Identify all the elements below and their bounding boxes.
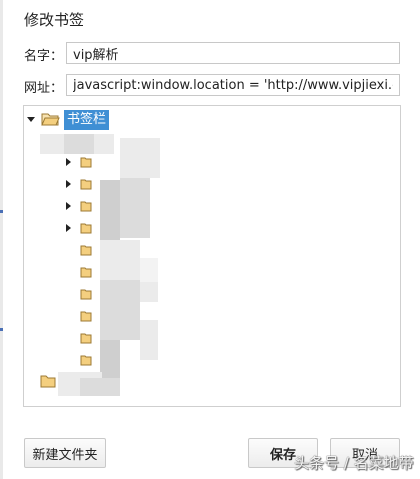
blurred-area	[140, 282, 158, 302]
folder-icon[interactable]	[80, 266, 92, 278]
url-input[interactable]	[66, 74, 400, 96]
expand-arrow-icon[interactable]	[66, 158, 71, 166]
dialog-title: 修改书签	[24, 11, 85, 29]
name-input[interactable]	[66, 42, 400, 64]
name-label: 名字：	[24, 49, 64, 64]
folder-icon[interactable]	[40, 374, 56, 388]
blurred-area	[80, 378, 120, 396]
background-marker	[0, 328, 3, 331]
blurred-area	[100, 320, 140, 340]
watermark-text: 头条号 / 名菜地带	[294, 454, 414, 472]
blurred-area	[140, 258, 158, 282]
blurred-area	[100, 240, 140, 280]
edit-bookmark-dialog: 修改书签 名字： 网址： 书签栏 新建文件夹 保存 取消 头条号 / 名菜地带	[0, 0, 420, 479]
blurred-area	[100, 340, 120, 380]
expand-arrow-icon[interactable]	[66, 202, 71, 210]
folder-icon[interactable]	[80, 178, 92, 190]
blurred-area	[120, 138, 160, 178]
folder-icon[interactable]	[80, 332, 92, 344]
folder-icon[interactable]	[80, 244, 92, 256]
blurred-area	[100, 180, 120, 240]
folder-icon[interactable]	[80, 354, 92, 366]
background-marker	[0, 210, 3, 213]
blurred-area	[94, 134, 114, 154]
url-label: 网址：	[24, 81, 64, 96]
folder-icon[interactable]	[80, 288, 92, 300]
folder-icon[interactable]	[80, 156, 92, 168]
expand-arrow-icon[interactable]	[66, 224, 71, 232]
blurred-area	[40, 134, 64, 154]
blurred-area	[140, 320, 158, 360]
expand-arrow-icon[interactable]	[66, 180, 71, 188]
blurred-area	[100, 280, 140, 320]
folder-open-icon	[41, 113, 60, 126]
folder-icon[interactable]	[80, 310, 92, 322]
new-folder-button[interactable]: 新建文件夹	[24, 438, 106, 468]
folder-icon[interactable]	[80, 200, 92, 212]
tree-root-bookmarks-bar[interactable]: 书签栏	[64, 110, 110, 130]
folder-icon[interactable]	[80, 222, 92, 234]
expand-arrow-icon[interactable]	[27, 117, 35, 122]
blurred-area	[64, 134, 94, 154]
background-window-edge	[0, 0, 3, 479]
blurred-area	[120, 178, 150, 238]
